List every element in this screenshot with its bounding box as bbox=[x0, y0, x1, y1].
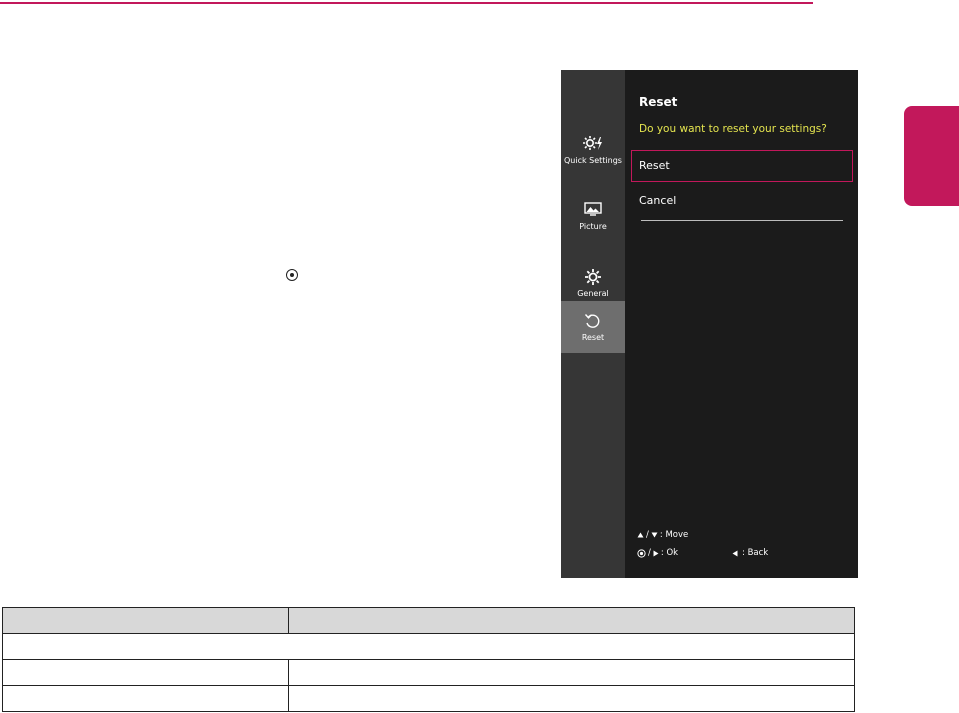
down-arrow-icon bbox=[651, 532, 658, 538]
table-header-row bbox=[2, 607, 855, 634]
sidebar-item-label: Reset bbox=[581, 333, 605, 342]
sidebar-item-quick-settings[interactable]: Quick Settings bbox=[561, 126, 625, 178]
table-row bbox=[2, 685, 855, 712]
osd-menu: Quick Settings Picture General Reset Res… bbox=[561, 70, 858, 578]
gear-icon bbox=[561, 267, 625, 287]
joystick-press-icon bbox=[637, 548, 646, 558]
option-divider bbox=[641, 220, 843, 221]
table-cell bbox=[2, 633, 855, 660]
help-move-label: : Move bbox=[659, 530, 689, 540]
table-cell bbox=[2, 685, 289, 712]
cancel-option-button[interactable]: Cancel bbox=[639, 194, 676, 207]
table-cell bbox=[2, 659, 289, 686]
top-rule bbox=[0, 2, 813, 4]
table-header-cell bbox=[288, 607, 855, 634]
sidebar-item-picture[interactable]: Picture bbox=[561, 192, 625, 244]
table-row bbox=[2, 633, 855, 660]
section-tab bbox=[904, 106, 959, 206]
table-header-cell bbox=[2, 607, 289, 634]
help-ok-label: : Ok bbox=[660, 548, 679, 558]
picture-icon bbox=[561, 200, 625, 220]
right-arrow-icon bbox=[653, 550, 659, 556]
quick-settings-icon bbox=[561, 134, 625, 154]
sidebar-item-label: Quick Settings bbox=[564, 156, 622, 165]
joystick-button-icon bbox=[286, 269, 298, 281]
menu-title: Reset bbox=[639, 95, 678, 109]
help-back-label: : Back bbox=[742, 548, 769, 558]
osd-sidebar: Quick Settings Picture General Reset bbox=[561, 70, 625, 578]
reset-option-button[interactable]: Reset bbox=[631, 150, 853, 182]
reset-question: Do you want to reset your settings? bbox=[639, 123, 827, 135]
help-move-keys: / bbox=[646, 530, 649, 540]
sidebar-item-reset[interactable]: Reset bbox=[561, 301, 625, 353]
sidebar-item-label: Picture bbox=[579, 222, 607, 231]
reset-icon bbox=[561, 311, 625, 331]
help-back: : Back bbox=[732, 548, 768, 558]
table-cell bbox=[288, 685, 855, 712]
help-move: / : Move bbox=[637, 530, 688, 540]
table-cell bbox=[288, 659, 855, 686]
help-ok-keys: / bbox=[648, 548, 651, 558]
help-ok: / : Ok bbox=[637, 548, 678, 558]
left-arrow-icon bbox=[732, 550, 738, 556]
settings-table bbox=[2, 607, 855, 712]
up-arrow-icon bbox=[637, 532, 644, 538]
osd-content: Reset Do you want to reset your settings… bbox=[625, 70, 858, 578]
table-row bbox=[2, 659, 855, 686]
sidebar-item-label: General bbox=[577, 289, 609, 298]
